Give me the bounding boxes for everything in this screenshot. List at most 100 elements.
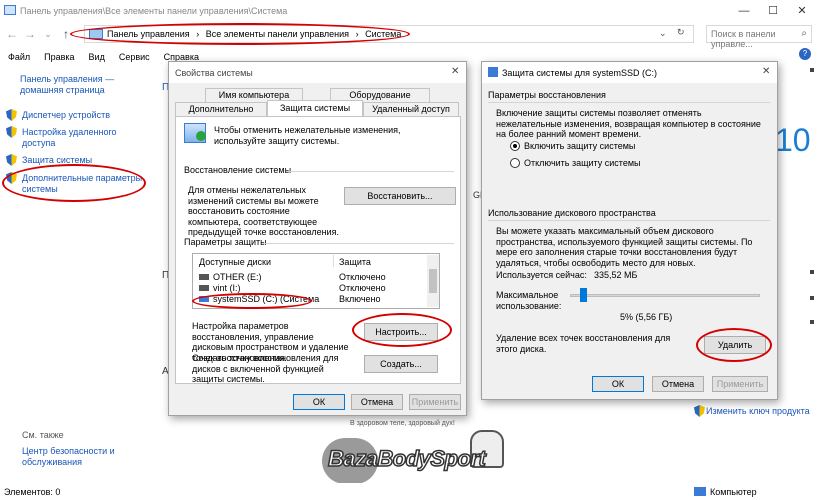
cancel-button[interactable]: Отмена <box>351 394 403 410</box>
create-text: Создать точку восстановления для дисков … <box>192 353 339 384</box>
restore-header: Восстановление системы <box>184 165 292 175</box>
disk-row-state: Отключено <box>339 283 386 293</box>
highlight-oval <box>192 293 312 309</box>
slider-value: 5% (5,56 ГБ) <box>620 312 673 322</box>
drive-icon <box>199 274 209 280</box>
search-placeholder: Поиск в панели управле... <box>711 29 776 49</box>
dialog-title-bar: Свойства системы ✕ <box>169 62 466 83</box>
highlight-oval <box>696 328 772 362</box>
sidebar-home-link[interactable]: Панель управления — домашняя страница <box>20 74 140 96</box>
menu-file[interactable]: Файл <box>8 52 30 62</box>
scroll-mark <box>810 270 814 274</box>
tab-panel: Чтобы отменить нежелательные изменения, … <box>175 116 461 384</box>
used-value: 335,52 МБ <box>594 270 638 280</box>
restore-button[interactable]: Восстановить... <box>344 187 456 205</box>
divider <box>488 220 770 221</box>
back-arrow-icon[interactable]: ← <box>4 26 20 42</box>
system-properties-dialog: Свойства системы ✕ Имя компьютера Оборуд… <box>168 61 467 416</box>
close-button[interactable]: ✕ <box>788 2 816 20</box>
security-center-link[interactable]: Центр безопасности и обслуживания <box>22 446 132 468</box>
status-computer: Компьютер <box>710 487 757 497</box>
enable-protection-label[interactable]: Включить защиту системы <box>524 141 635 152</box>
dialog-close-button[interactable]: ✕ <box>762 66 770 77</box>
divider <box>286 171 454 172</box>
protection-header: Параметры защиты <box>184 237 267 247</box>
ok-button[interactable]: ОК <box>293 394 345 410</box>
status-elements: Элементов: 0 <box>4 487 61 497</box>
system-icon <box>488 67 498 77</box>
column-divider <box>333 255 334 267</box>
ok-button[interactable]: ОК <box>592 376 644 392</box>
see-also-label: См. также <box>22 430 64 440</box>
refresh-icon[interactable]: ↻ <box>677 27 685 38</box>
scroll-mark <box>810 68 814 72</box>
menu-tools[interactable]: Сервис <box>119 52 150 62</box>
watermark-logo: BazaBodySport <box>327 445 486 472</box>
highlight-oval <box>70 23 410 45</box>
forward-arrow-icon[interactable]: → <box>22 26 38 42</box>
disable-protection-radio[interactable] <box>510 158 520 168</box>
scrollbar-thumb[interactable] <box>429 269 437 293</box>
apply-button[interactable]: Применить <box>712 376 768 392</box>
max-usage-slider[interactable] <box>570 294 760 297</box>
enable-protection-radio[interactable] <box>510 141 520 151</box>
window-title: Панель управления\Все элементы панели уп… <box>20 6 288 16</box>
navigation-bar: ← → ⌄ ↑ Панель управления › Все элементы… <box>0 22 819 49</box>
menu-view[interactable]: Вид <box>89 52 105 62</box>
drive-icon <box>199 285 209 291</box>
divider <box>488 102 770 103</box>
scroll-mark <box>810 320 814 324</box>
recent-dropdown-icon[interactable]: ⌄ <box>40 26 56 42</box>
shield-icon <box>694 405 705 417</box>
intro-text: Чтобы отменить нежелательные изменения, … <box>214 125 401 146</box>
change-product-key-link[interactable]: Изменить ключ продукта <box>706 406 816 417</box>
max-usage-label: Максимальное использование: <box>496 290 562 311</box>
window-icon <box>4 5 16 15</box>
help-icon[interactable]: ? <box>799 48 811 60</box>
divider <box>262 243 454 244</box>
used-label: Используется сейчас: <box>496 270 587 280</box>
cancel-button[interactable]: Отмена <box>652 376 704 392</box>
shield-icon <box>6 126 17 138</box>
maximize-button[interactable]: ☐ <box>759 2 787 20</box>
search-input[interactable]: Поиск в панели управле... ⌕ <box>706 25 812 49</box>
computer-icon <box>694 487 706 496</box>
dialog-title: Свойства системы <box>175 68 253 78</box>
delete-text: Удаление всех точек восстановления для э… <box>496 333 671 354</box>
disk-usage-text: Вы можете указать максимальный объем дис… <box>496 226 753 268</box>
disk-usage-header: Использование дискового пространства <box>488 208 656 218</box>
dialog-title-bar: Защита системы для systemSSD (C:) ✕ <box>482 62 777 83</box>
column-header-disks[interactable]: Доступные диски <box>199 257 271 268</box>
menu-edit[interactable]: Правка <box>44 52 74 62</box>
system-protection-dialog: Защита системы для systemSSD (C:) ✕ Пара… <box>481 61 778 400</box>
recovery-header: Параметры восстановления <box>488 90 606 100</box>
tab-remote-access[interactable]: Удаленный доступ <box>363 102 459 116</box>
search-icon: ⌕ <box>801 28 807 39</box>
highlight-oval <box>2 164 146 202</box>
tab-system-protection[interactable]: Защита системы <box>267 100 363 116</box>
apply-button[interactable]: Применить <box>409 394 461 410</box>
disk-row-name[interactable]: OTHER (E:) <box>213 272 262 283</box>
sidebar-item-device-manager[interactable]: Диспетчер устройств <box>22 110 142 121</box>
tab-advanced[interactable]: Дополнительно <box>175 102 267 116</box>
column-header-protection[interactable]: Защита <box>339 257 371 268</box>
address-dropdown-icon[interactable]: ⌄ <box>659 28 667 39</box>
checkmark-icon <box>196 131 206 141</box>
sidebar-item-remote-access[interactable]: Настройка удаленного доступа <box>22 127 132 149</box>
disable-protection-label[interactable]: Отключить защиту системы <box>524 158 641 169</box>
scrollbar[interactable] <box>427 255 439 307</box>
minimize-button[interactable]: — <box>730 2 758 20</box>
dialog-close-button[interactable]: ✕ <box>451 66 459 77</box>
restore-text: Для отмены нежелательных изменений систе… <box>188 185 339 237</box>
shield-icon <box>6 109 17 121</box>
title-bar: Панель управления\Все элементы панели уп… <box>0 0 819 22</box>
slider-thumb[interactable] <box>579 288 587 302</box>
status-bar: Элементов: 0 Компьютер <box>0 483 819 500</box>
disk-row-state: Отключено <box>339 272 386 282</box>
disk-row-state: Включено <box>339 294 381 304</box>
dialog-title: Защита системы для systemSSD (C:) <box>502 68 657 78</box>
create-button[interactable]: Создать... <box>364 355 438 373</box>
scroll-mark <box>810 296 814 300</box>
disk-row-name[interactable]: vint (I:) <box>213 283 241 294</box>
watermark-tagline: В здоровом теле, здоровый дух! <box>350 420 455 427</box>
